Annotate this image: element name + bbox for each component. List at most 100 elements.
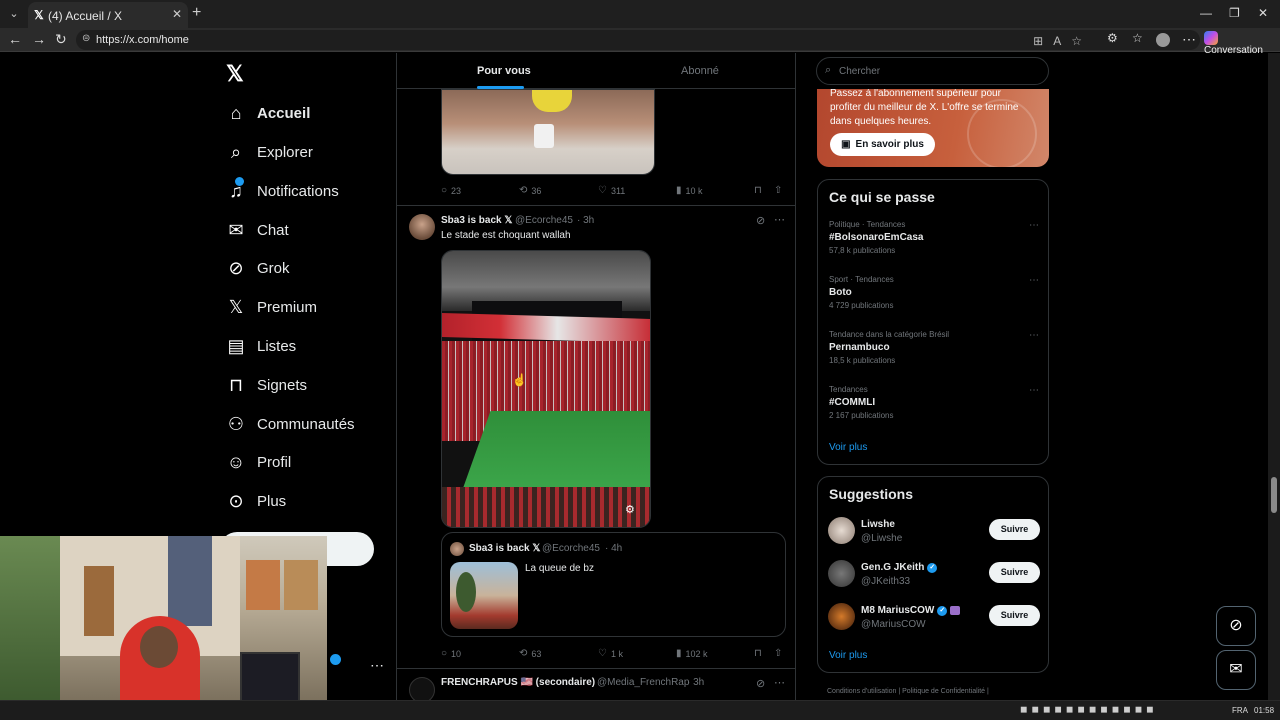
nav-item-4[interactable]: ⊘ Grok	[226, 253, 289, 283]
views-button[interactable]: ▮ 10 k	[676, 185, 703, 196]
avatar[interactable]	[409, 677, 435, 700]
nav-item-5[interactable]: 𝕏 Premium	[226, 292, 317, 322]
address-bar-tools-icon[interactable]: ⊞A☆	[1033, 34, 1092, 48]
tweet-author[interactable]: Sba3 is back 𝕏	[441, 215, 512, 226]
follow-button[interactable]: Suivre	[989, 562, 1040, 583]
more-icon[interactable]: ⋯	[1029, 220, 1039, 231]
scrollbar[interactable]	[1268, 53, 1280, 700]
share-button[interactable]: ⇧	[774, 185, 782, 196]
nav-item-6[interactable]: ▤ Listes	[226, 331, 296, 361]
nav-item-1[interactable]: ⌕ Explorer	[226, 137, 313, 167]
like-button[interactable]: ♡ 311	[598, 185, 625, 196]
retweet-button[interactable]: ⟲ 63	[519, 648, 541, 659]
tweet-time: · 3h	[687, 677, 705, 688]
suggestion-item[interactable]: Liwshe @Liwshe Suivre	[828, 517, 1040, 547]
x-logo-icon[interactable]: 𝕏	[226, 61, 244, 87]
reply-button[interactable]: ○ 23	[441, 185, 461, 196]
promo-text: Passez à l'abonnement supérieur pour pro…	[830, 89, 1019, 127]
trend-item[interactable]: Tendance dans la catégorie Brésil Pernamb…	[829, 330, 1039, 365]
more-icon[interactable]: ⋯	[1029, 275, 1039, 286]
minimize-icon[interactable]: —	[1200, 6, 1212, 20]
trend-item[interactable]: Sport · Tendances Boto 4 729 publications ⋯	[829, 275, 1039, 310]
tab-list-icon[interactable]: ⌄	[4, 4, 24, 24]
close-window-icon[interactable]: ✕	[1258, 6, 1268, 20]
nav-item-7[interactable]: ⊓ Signets	[226, 370, 307, 400]
trend-count: 2 167 publications	[829, 411, 894, 420]
browser-menu-icon[interactable]: ⋯	[1182, 31, 1196, 48]
address-bar: ← → ↻ ⊜ https://x.com/home ⊞A☆ ⚙ ☆ ⋯ Con…	[0, 28, 1280, 56]
nav-item-0[interactable]: ⌂ Accueil	[226, 98, 311, 128]
follow-button[interactable]: Suivre	[989, 605, 1040, 626]
notification-badge	[235, 177, 244, 186]
follow-button[interactable]: Suivre	[989, 519, 1040, 540]
grok-icon[interactable]: ⊘	[756, 214, 765, 227]
tweet-author[interactable]: FRENCHRAPUS 🇺🇸 (secondaire)	[441, 677, 595, 688]
language-indicator[interactable]: FRA	[1232, 706, 1248, 715]
share-icon: ⇧	[774, 185, 783, 196]
suggestion-item[interactable]: Gen.G JKeith ✓ @JKeith33 Suivre	[828, 560, 1040, 590]
more-icon[interactable]: ⋯	[1029, 330, 1039, 341]
site-info-icon[interactable]: ⊜	[82, 33, 90, 44]
bookmark-button[interactable]: ⊓	[754, 185, 762, 196]
like-button[interactable]: ♡ 1 k	[598, 648, 623, 659]
tweet-image[interactable]	[441, 89, 655, 175]
messages-fab-icon[interactable]: ✉	[1216, 650, 1256, 690]
new-tab-icon[interactable]: +	[192, 4, 201, 22]
back-icon[interactable]: ←	[8, 31, 22, 47]
tweet-actions: ○ 10 ⟲ 63 ♡ 1 k ▮ 102 k ⊓ ⇧	[441, 646, 791, 662]
search-input[interactable]: ⌕ Chercher	[816, 57, 1049, 85]
profile-avatar[interactable]	[1156, 33, 1170, 47]
see-more-link[interactable]: Voir plus	[829, 442, 867, 453]
more-icon[interactable]: ⋯	[1029, 385, 1039, 396]
tweet-handle[interactable]: @Ecorche45	[515, 215, 573, 226]
reload-icon[interactable]: ↻	[55, 31, 67, 48]
see-more-link[interactable]: Voir plus	[829, 650, 867, 661]
tweet-handle[interactable]: @Media_FrenchRap	[597, 677, 689, 688]
nav-item-3[interactable]: ✉ Chat	[226, 215, 288, 245]
nav-item-10[interactable]: ⊙ Plus	[226, 486, 286, 516]
nav-item-9[interactable]: ☺ Profil	[226, 447, 291, 477]
learn-more-button[interactable]: ▣ En savoir plus	[830, 133, 935, 156]
nav-item-2[interactable]: ♫ Notifications	[226, 176, 339, 206]
quoted-tweet[interactable]: Sba3 is back 𝕏 @Ecorche45 · 4h La queue …	[441, 532, 786, 637]
trend-item[interactable]: Politique · Tendances #BolsonaroEmCasa 57,…	[829, 220, 1039, 255]
trends-title: Ce qui se passe	[829, 189, 935, 205]
restore-icon[interactable]: ❐	[1229, 6, 1240, 20]
bookmark-button[interactable]: ⊓	[754, 648, 762, 659]
url-field[interactable]: ⊜ https://x.com/home ⊞A☆	[76, 30, 1200, 50]
views-button[interactable]: ▮ 102 k	[676, 648, 708, 659]
tab-abonne[interactable]: Abonné	[681, 65, 719, 77]
trend-meta: Politique · Tendances	[829, 220, 906, 229]
trend-item[interactable]: Tendances #COMMLI 2 167 publications ⋯	[829, 385, 1039, 420]
retweet-button[interactable]: ⟲ 36	[519, 185, 541, 196]
media-settings-icon[interactable]: ⚙	[625, 503, 639, 517]
browser-tab[interactable]: 𝕏 (4) Accueil / X ✕	[28, 2, 188, 28]
grok-fab-icon[interactable]: ⊘	[1216, 606, 1256, 646]
nav-item-8[interactable]: ⚇ Communautés	[226, 409, 355, 439]
more-icon[interactable]: ⋯	[774, 213, 785, 226]
mail-icon: ✉	[228, 220, 244, 240]
briefcase-icon: ▣	[841, 139, 851, 150]
tab-pour-vous[interactable]: Pour vous	[477, 65, 531, 77]
grok-icon[interactable]: ⊘	[756, 677, 765, 690]
close-tab-icon[interactable]: ✕	[172, 7, 182, 21]
scrollbar-thumb[interactable]	[1271, 477, 1277, 513]
forward-icon[interactable]: →	[32, 31, 46, 47]
trend-meta: Sport · Tendances	[829, 275, 894, 284]
clock[interactable]: 01:58	[1254, 706, 1274, 715]
suggestion-item[interactable]: M8 MariusCOW ✓ @MariusCOW Suivre	[828, 603, 1040, 633]
footer-links[interactable]: Conditions d'utilisation | Politique de …	[827, 688, 989, 695]
share-button[interactable]: ⇧	[774, 648, 782, 659]
avatar[interactable]	[828, 560, 855, 587]
reply-button[interactable]: ○ 10	[441, 648, 461, 659]
account-more-icon[interactable]: ⋯	[370, 657, 384, 674]
extensions-icon[interactable]: ⚙	[1107, 31, 1118, 45]
avatar[interactable]	[409, 214, 435, 240]
more-icon[interactable]: ⋯	[774, 676, 785, 689]
tweet-video[interactable]: ⚙	[441, 250, 651, 528]
home-icon: ⌂	[230, 103, 242, 123]
avatar[interactable]	[828, 517, 855, 544]
favorites-icon[interactable]: ☆	[1132, 31, 1143, 45]
system-tray-icons[interactable]: ◼◼◼◼◼◼◼◼◼◼◼◼	[1020, 704, 1158, 715]
avatar[interactable]	[828, 603, 855, 630]
